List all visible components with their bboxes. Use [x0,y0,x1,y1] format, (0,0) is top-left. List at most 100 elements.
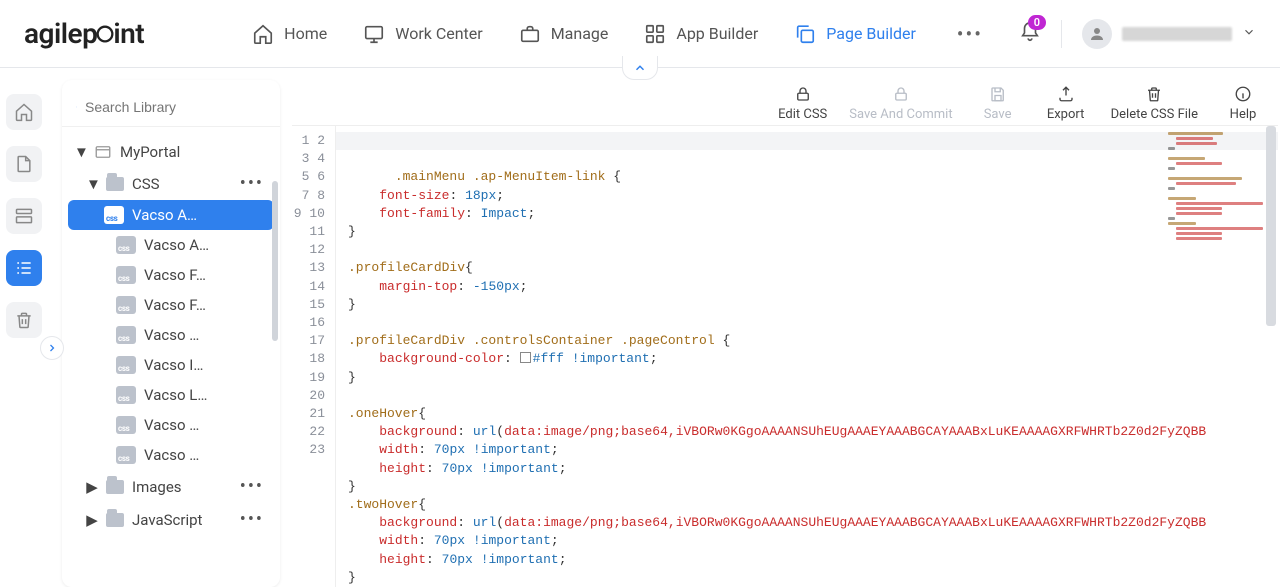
tree-folder-css[interactable]: ▼ CSS ••• [68,167,274,200]
divider [1061,20,1062,48]
nav-work-center[interactable]: Work Center [363,16,482,52]
tree-root[interactable]: ▼ MyPortal [68,137,274,167]
copy-icon [794,23,816,45]
tree-folder-images[interactable]: ▶ Images ••• [68,470,274,503]
save-commit-button[interactable]: Save And Commit [849,84,952,122]
scrollbar[interactable] [272,181,278,341]
folder-icon [106,177,124,191]
nav-label: App Builder [676,24,758,43]
code-body[interactable]: .mainMenu .ap-MenuItem-link { font-size:… [336,126,1278,587]
main-area: ▼ MyPortal ▼ CSS ••• css Vacso A… css Va… [62,80,1280,587]
notification-badge: 0 [1028,15,1046,30]
tool-label: Delete CSS File [1111,107,1198,122]
line-gutter: 1 2 3 4 5 6 7 8 9 10 11 12 13 14 15 16 1… [292,126,336,587]
user-menu[interactable] [1082,19,1256,49]
avatar [1082,19,1112,49]
search-icon [76,98,77,116]
tool-label: Save [984,107,1012,122]
expand-rail-button[interactable] [40,336,64,360]
nav-label: Work Center [395,24,482,43]
tree-label: Images [132,478,228,496]
rail-file[interactable] [6,146,42,182]
tool-label: Export [1047,107,1085,122]
tool-label: Edit CSS [778,107,827,122]
trash-icon [1145,84,1163,104]
lock-icon [892,84,910,104]
tree-label: Vacso … [144,326,268,344]
caret-icon: ▼ [74,143,86,161]
editor-toolbar: Edit CSS Save And Commit Save Export Del… [292,80,1278,125]
folder-more[interactable]: ••• [236,476,268,497]
caret-icon: ▼ [86,175,98,193]
tree-file[interactable]: css Vacso A… [68,230,274,260]
chevron-right-icon [46,342,58,354]
rail-form[interactable] [6,198,42,234]
portal-icon [94,143,112,161]
css-file-icon: css [116,386,136,404]
search-input[interactable] [85,99,266,115]
list-icon [14,258,34,278]
css-file-icon: css [116,236,136,254]
nav-more[interactable]: ••• [952,16,988,52]
folder-more[interactable]: ••• [236,509,268,530]
tree-file[interactable]: css Vacso … [68,440,274,470]
nav-right: 0 [1019,19,1256,49]
tree-folder-js[interactable]: ▶ JavaScript ••• [68,503,274,536]
rail-library[interactable] [6,250,42,286]
tree-file[interactable]: css Vacso L… [68,380,274,410]
logo: agilepint [24,17,144,50]
folder-icon [106,480,124,494]
info-icon [1234,84,1252,104]
tree-file[interactable]: css Vacso … [68,410,274,440]
tree-file[interactable]: css Vacso A… [68,200,274,230]
editor-scrollbar[interactable] [1266,126,1276,326]
export-button[interactable]: Export [1043,84,1089,122]
form-icon [14,206,34,226]
user-name [1122,27,1232,41]
rail-home[interactable] [6,94,42,130]
nav-manage[interactable]: Manage [519,16,609,52]
css-file-icon: css [116,416,136,434]
file-icon [14,154,34,174]
code-editor[interactable]: 1 2 3 4 5 6 7 8 9 10 11 12 13 14 15 16 1… [292,125,1278,587]
save-button[interactable]: Save [975,84,1021,122]
edit-css-button[interactable]: Edit CSS [778,84,827,122]
css-file-icon: css [116,326,136,344]
editor-panel: Edit CSS Save And Commit Save Export Del… [292,80,1278,587]
css-file-icon: css [116,266,136,284]
tool-label: Save And Commit [849,107,952,122]
tree-label: JavaScript [132,511,228,529]
css-file-icon: css [104,206,124,224]
tree-label: Vacso A… [132,206,268,224]
notifications-button[interactable]: 0 [1019,21,1041,47]
tree-label: Vacso A… [144,236,268,254]
caret-icon: ▶ [86,511,98,529]
folder-more[interactable]: ••• [236,173,268,194]
tree-label: CSS [132,175,228,193]
nav-page-builder[interactable]: Page Builder [794,16,916,52]
tree-file[interactable]: css Vacso F… [68,260,274,290]
trash-icon [14,310,34,330]
chevron-up-icon [633,61,647,75]
tree-file[interactable]: css Vacso I… [68,350,274,380]
home-icon [14,102,34,122]
tree-label: Vacso … [144,416,268,434]
tree-label: Vacso F… [144,296,268,314]
delete-css-button[interactable]: Delete CSS File [1111,84,1198,122]
tree-file[interactable]: css Vacso … [68,320,274,350]
tree-label: MyPortal [120,143,268,161]
tree-file[interactable]: css Vacso F… [68,290,274,320]
export-icon [1057,84,1075,104]
nav-label: Home [284,24,327,43]
tree-label: Vacso … [144,446,268,464]
nav-home[interactable]: Home [252,16,327,52]
collapse-topbar-button[interactable] [622,56,658,80]
home-icon [252,23,274,45]
nav-app-builder[interactable]: App Builder [644,16,758,52]
save-icon [989,84,1007,104]
tree-label: Vacso F… [144,266,268,284]
help-button[interactable]: Help [1220,84,1266,122]
briefcase-icon [519,23,541,45]
rail-trash[interactable] [6,302,42,338]
css-file-icon: css [116,446,136,464]
